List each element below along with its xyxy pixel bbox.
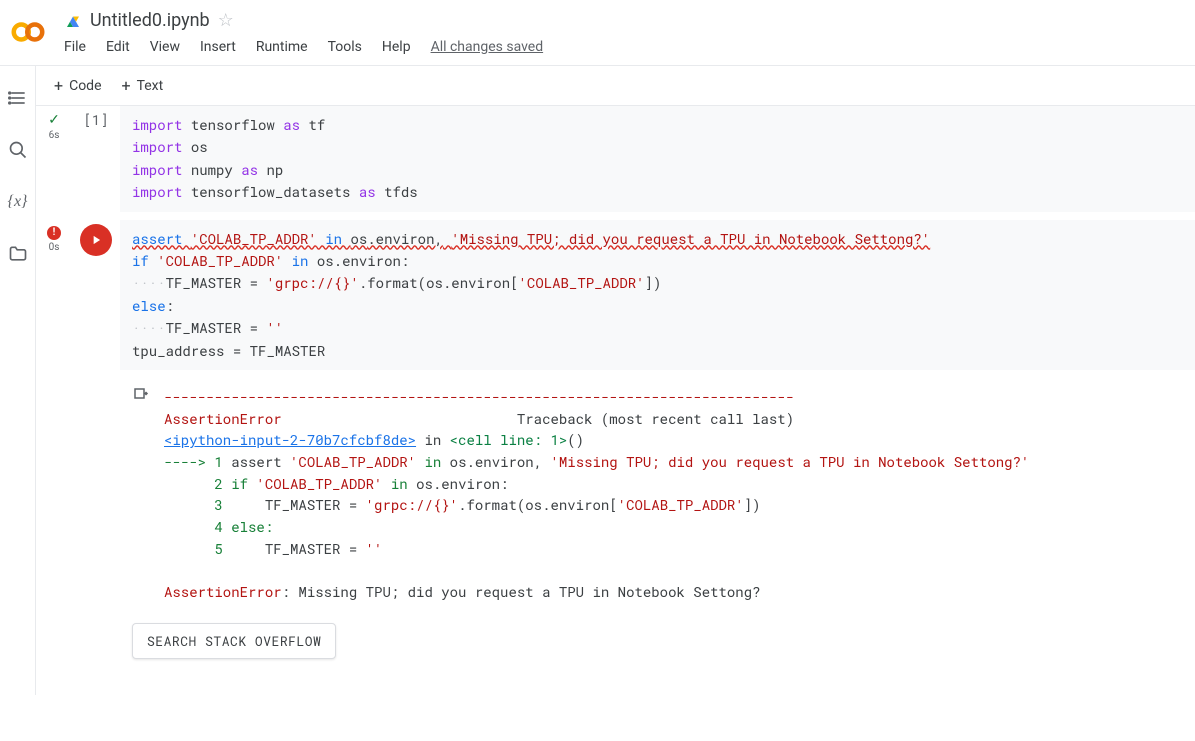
plus-icon: + — [122, 76, 131, 95]
files-icon[interactable] — [8, 244, 28, 264]
code-editor[interactable]: import tensorflow as tf import os import… — [120, 106, 1195, 212]
menu-insert[interactable]: Insert — [200, 39, 236, 55]
title-row: Untitled0.ipynb ☆ — [64, 8, 1187, 33]
header: Untitled0.ipynb ☆ File Edit View Insert … — [0, 0, 1195, 65]
traceback: ----------------------------------------… — [164, 386, 1183, 603]
star-icon[interactable]: ☆ — [218, 10, 234, 31]
cell-output: ----------------------------------------… — [120, 378, 1195, 675]
error-icon: ! — [47, 226, 61, 240]
code-cell: ! 0s assert 'COLAB_TP_ADDR' in os.enviro… — [36, 220, 1195, 370]
variables-icon[interactable]: {x} — [8, 192, 28, 212]
save-status[interactable]: All changes saved — [431, 39, 544, 55]
menu-view[interactable]: View — [150, 39, 180, 55]
menu-edit[interactable]: Edit — [106, 39, 130, 55]
left-rail: {x} — [0, 66, 36, 695]
menu-file[interactable]: File — [64, 39, 86, 55]
action-toolbar: + Code + Text — [36, 66, 1195, 105]
add-code-label: Code — [69, 78, 101, 94]
run-button[interactable] — [80, 224, 112, 256]
menu-help[interactable]: Help — [382, 39, 411, 55]
output-toggle-icon[interactable] — [132, 386, 164, 603]
search-icon[interactable] — [8, 140, 28, 160]
check-icon: ✓ — [48, 112, 60, 128]
add-text-label: Text — [137, 78, 164, 94]
traceback-link[interactable]: <ipython-input-2-70b7cfcbf8de> — [164, 430, 416, 449]
add-text-button[interactable]: + Text — [122, 76, 164, 95]
plus-icon: + — [54, 76, 63, 95]
menu-bar: File Edit View Insert Runtime Tools Help… — [64, 33, 1187, 65]
code-editor[interactable]: assert 'COLAB_TP_ADDR' in os.environ, 'M… — [120, 220, 1195, 370]
add-code-button[interactable]: + Code — [54, 76, 102, 95]
cell-timing: 0s — [49, 242, 60, 253]
drive-icon — [64, 12, 82, 30]
toc-icon[interactable] — [8, 88, 28, 108]
code-cell: ✓ 6s [1] import tensorflow as tf import … — [36, 106, 1195, 212]
menu-runtime[interactable]: Runtime — [256, 39, 308, 55]
exec-count: [1] — [83, 110, 108, 129]
menu-tools[interactable]: Tools — [328, 39, 362, 55]
cell-timing: 6s — [49, 130, 60, 141]
search-stack-overflow-button[interactable]: SEARCH STACK OVERFLOW — [132, 623, 336, 659]
colab-logo[interactable] — [8, 12, 48, 52]
notebook-title[interactable]: Untitled0.ipynb — [90, 10, 210, 31]
